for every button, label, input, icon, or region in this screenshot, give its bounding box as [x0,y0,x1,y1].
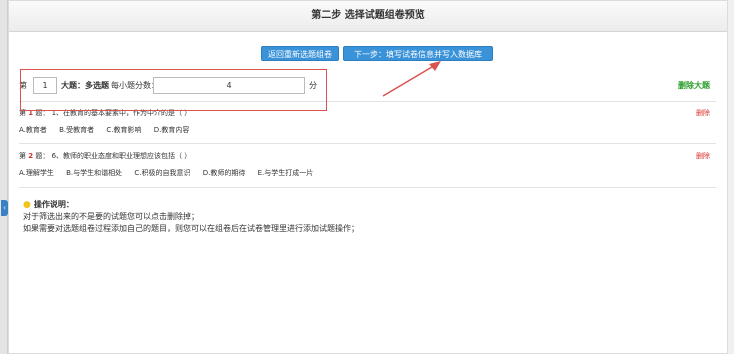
divider [19,101,716,102]
help-title: 操作说明： [33,200,74,209]
part-type-label: 大题：多选题 [61,81,109,90]
question-number: 1 [28,109,34,117]
page-title: 第二步 选择试题组卷预览 [9,1,727,32]
part-header: 第 1 大题：多选题 每小题分数： 4 分 删除大题 [19,71,716,98]
help-line: 如果需要对选题组卷过程添加自己的题目，则您可以在组卷后在试卷管理里进行添加试题操… [23,224,359,233]
option: B.受教育者 [59,126,95,134]
delete-part-button[interactable]: 删除大题 [678,80,710,91]
help-line: 对于筛选出来的不是要的试题您可以点击删除掉； [23,212,199,221]
option: A.理解学生 [19,169,54,177]
divider [19,187,716,188]
part-number-input[interactable]: 1 [33,77,57,94]
question-prefix: 第 [19,152,26,160]
option: B.与学生和谐相处 [66,169,123,177]
question-suffix: 题： [35,152,50,160]
option: A.教育者 [19,126,47,134]
annotation-arrow-icon [382,61,441,97]
option: D.教育内容 [153,126,190,134]
help-section: ● 操作说明： 对于筛选出来的不是要的试题您可以点击删除掉； 如果需要对选题组卷过… [23,199,359,235]
preview-panel: 第二步 选择试题组卷预览 返回重新选题组卷 下一步：填写试卷信息并写入数据库 第… [8,0,728,354]
score-label: 每小题分数： [111,81,159,90]
question-header: 第 2 题： 6、教师的职业态度和职业理想应该包括（ ） [19,151,191,161]
divider [19,143,716,144]
lightbulb-icon: ● [23,200,31,210]
collapse-sidebar-icon[interactable]: ‹ [1,200,8,216]
question-header: 第 1 题： 1、在教育的基本要素中，作为中介的是（ ） [19,108,191,118]
option: E.与学生打成一片 [257,169,314,177]
part-prefix: 第 [19,81,27,90]
question-options: A.教育者 B.受教育者 C.教育影响 D.教育内容 [19,125,199,135]
score-unit: 分 [309,81,317,90]
score-per-question-input[interactable]: 4 [153,77,305,94]
question-options: A.理解学生 B.与学生和谐相处 C.积极的自我意识 D.教师的期待 E.与学生… [19,168,323,178]
option: C.积极的自我意识 [134,169,191,177]
back-reselect-button[interactable]: 返回重新选题组卷 [261,46,339,61]
left-sidebar-strip: ‹ [0,0,8,354]
question-prefix: 第 [19,109,26,117]
question-text: 1、在教育的基本要素中，作为中介的是（ ） [51,109,192,117]
question-text: 6、教师的职业态度和职业理想应该包括（ ） [51,152,192,160]
question-number: 2 [28,152,34,160]
delete-question-button[interactable]: 删除 [696,151,710,161]
option: C.教育影响 [106,126,142,134]
question-suffix: 题： [35,109,50,117]
question-item: 第 2 题： 6、教师的职业态度和职业理想应该包括（ ） 删除 A.理解学生 B… [19,150,716,180]
question-item: 第 1 题： 1、在教育的基本要素中，作为中介的是（ ） 删除 A.教育者 B.… [19,107,716,137]
option: D.教师的期待 [202,169,246,177]
delete-question-button[interactable]: 删除 [696,108,710,118]
